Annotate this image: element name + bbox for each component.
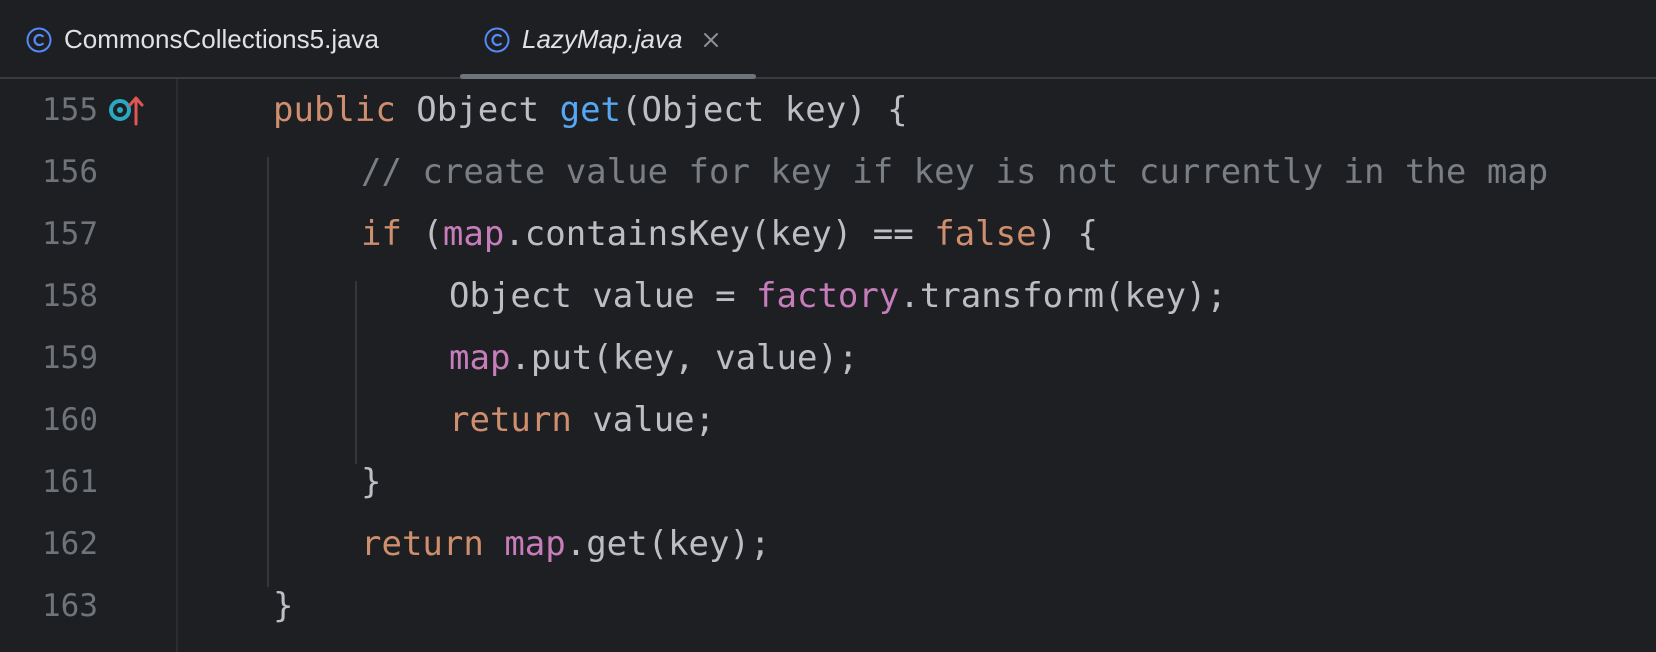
ide-window: CommonsCollections5.java LazyMap.java 15…: [0, 0, 1656, 652]
code-token: map: [442, 214, 505, 254]
tab-lazymap[interactable]: LazyMap.java: [484, 0, 720, 79]
code-token: (: [401, 214, 443, 254]
code-token: // create value for key if key is not cu…: [361, 152, 1549, 192]
line-number: 163: [42, 588, 98, 624]
code-line-161: }: [361, 451, 381, 513]
code-token: value;: [571, 400, 716, 440]
code-line-155: public Object get(Object key) {: [273, 79, 908, 141]
implementing-method-icon[interactable]: [108, 93, 148, 127]
code-token: get: [559, 90, 622, 130]
code-line-162: return map.get(key);: [361, 513, 770, 575]
code-token: }: [361, 462, 382, 502]
class-icon: [26, 27, 52, 53]
code-token: map: [449, 338, 511, 378]
code-area[interactable]: public Object get(Object key) { // creat…: [178, 79, 1656, 652]
line-number-gutter[interactable]: 155 156 157 158 159 160 161 162 163: [0, 79, 178, 652]
indent-guide: [355, 281, 357, 464]
code-token: return: [449, 400, 572, 440]
line-number: 158: [42, 278, 98, 314]
line-number: 162: [42, 526, 98, 562]
code-token: .put(key, value);: [510, 338, 859, 378]
code-editor[interactable]: 155 156 157 158 159 160 161 162 163 publ…: [0, 79, 1656, 652]
line-number: 160: [42, 402, 98, 438]
code-line-163: }: [273, 575, 293, 637]
code-token: .transform(key);: [899, 276, 1227, 316]
line-number: 161: [42, 464, 98, 500]
line-number: 157: [42, 216, 98, 252]
code-token: .get(key);: [565, 524, 771, 564]
code-token: false: [934, 214, 1037, 254]
line-number: 156: [42, 154, 98, 190]
code-line-156: // create value for key if key is not cu…: [361, 141, 1548, 203]
code-token: return: [361, 524, 484, 564]
class-icon: [484, 27, 510, 53]
line-number: 155: [42, 92, 98, 128]
code-token: public: [273, 90, 396, 130]
tab-label: LazyMap.java: [522, 24, 683, 54]
close-icon[interactable]: [702, 31, 720, 49]
code-token: ) {: [1036, 214, 1098, 254]
tab-label: CommonsCollections5.java: [64, 24, 380, 54]
code-token: (Object key) {: [621, 90, 908, 130]
tab-commons-collections5[interactable]: CommonsCollections5.java: [26, 0, 379, 79]
code-line-160: return value;: [449, 389, 715, 451]
line-number: 159: [42, 340, 98, 376]
code-token: map: [504, 524, 566, 564]
code-line-157: if (map.containsKey(key) == false) {: [361, 203, 1098, 265]
code-token: }: [273, 586, 294, 626]
code-token: if: [361, 214, 402, 254]
code-token: Object value =: [449, 276, 757, 316]
code-token: Object: [395, 90, 560, 130]
indent-guide: [267, 157, 269, 587]
code-line-159: map.put(key, value);: [449, 327, 858, 389]
editor-tab-bar: CommonsCollections5.java LazyMap.java: [0, 0, 1656, 79]
code-token: factory: [756, 276, 900, 316]
code-line-158: Object value = factory.transform(key);: [449, 265, 1227, 327]
code-token: .containsKey(key) ==: [504, 214, 935, 254]
